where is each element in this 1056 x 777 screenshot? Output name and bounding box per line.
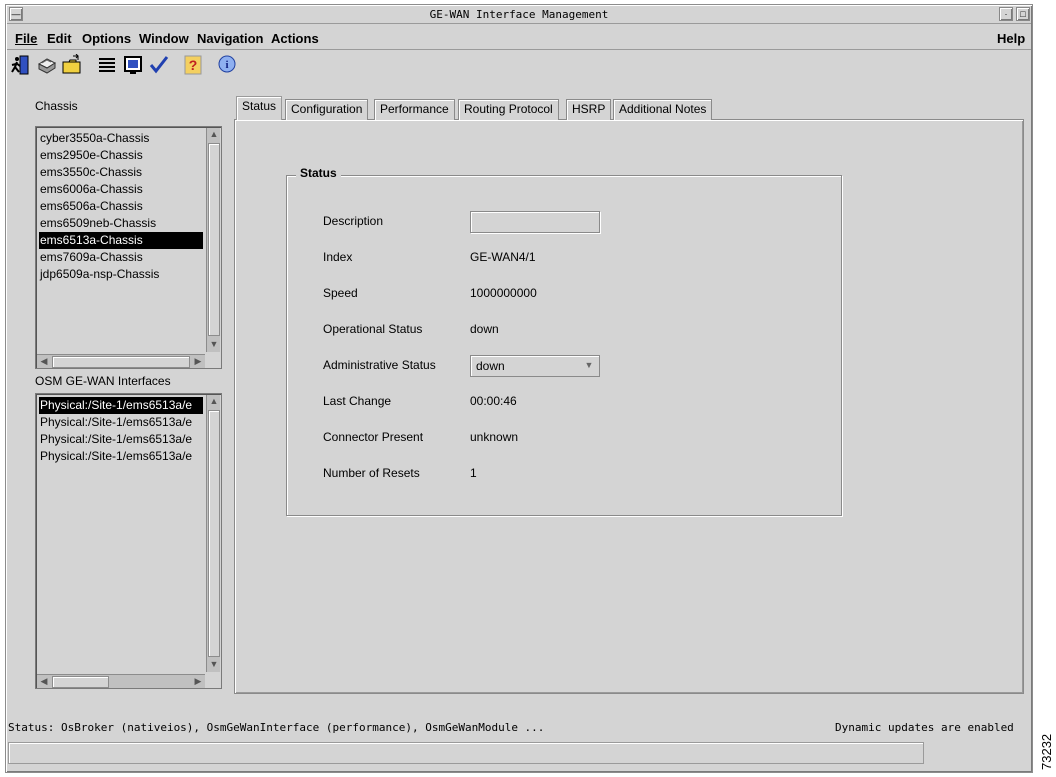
list-icon [99,58,115,72]
description-label: Description [323,214,384,228]
chassis-list-item[interactable]: ems3550c-Chassis [39,164,203,181]
figure-id: 73232 [1039,733,1054,770]
open-folder-icon [62,54,81,74]
interfaces-vscroll-thumb[interactable] [208,410,220,657]
tab-status[interactable]: Status [236,96,283,120]
menu-options[interactable]: Options [82,31,131,46]
operational-status-value: down [470,322,499,336]
tab-performance[interactable]: Performance [374,99,455,120]
window-title: GE-WAN Interface Management [429,8,609,21]
interface-list-item[interactable]: Physical:/Site-1/ems6513a/e [39,431,203,448]
interface-list-item[interactable]: Physical:/Site-1/ems6513a/e [39,448,203,465]
open-button[interactable] [60,52,84,78]
scroll-up-arrow-icon[interactable]: ▲ [207,395,221,409]
tab-configuration[interactable]: Configuration [285,99,369,120]
last-change-value: 00:00:46 [470,394,517,408]
interface-list-item[interactable]: Physical:/Site-1/ems6513a/e [39,397,203,414]
scroll-up-arrow-icon[interactable]: ▲ [207,128,221,142]
list-button[interactable] [95,52,119,78]
interfaces-label: OSM GE-WAN Interfaces [35,374,171,388]
connector-present-value: unknown [470,430,519,444]
index-label: Index [323,250,353,264]
chassis-list[interactable]: cyber3550a-Chassis ems2950e-Chassis ems355… [35,126,222,369]
menu-help[interactable]: Help [997,31,1025,46]
print-icon [37,58,57,74]
chassis-label: Chassis [35,99,78,113]
scroll-left-arrow-icon[interactable]: ◀ [37,355,51,369]
interface-list-item[interactable]: Physical:/Site-1/ems6513a/e [39,414,203,431]
title-bar: — GE-WAN Interface Management · □ [7,6,1031,24]
chassis-list-item[interactable]: ems2950e-Chassis [39,147,203,164]
toolbar: ? i [6,52,1054,80]
number-of-resets-label: Number of Resets [323,466,420,480]
menu-window[interactable]: Window [139,31,189,46]
scroll-right-arrow-icon[interactable]: ▶ [191,355,205,369]
interfaces-vscroll[interactable]: ▲ ▼ [206,395,220,672]
chassis-vscroll[interactable]: ▲ ▼ [206,128,220,352]
status-message-field [8,742,924,764]
speed-value: 1000000000 [470,286,537,300]
exit-icon [11,55,29,75]
chevron-down-icon[interactable]: ▼ [583,359,595,372]
check-icon [149,56,169,74]
interfaces-list[interactable]: Physical:/Site-1/ems6513a/e Physical:/Sit… [35,393,222,689]
interfaces-hscroll-thumb[interactable] [52,676,109,688]
screen-icon [124,56,142,74]
tab-routing-protocol[interactable]: Routing Protocol [458,99,559,120]
number-of-resets-value: 1 [470,466,477,480]
maximize-button[interactable]: □ [1016,7,1030,21]
menu-file[interactable]: File [15,31,37,46]
print-button[interactable] [34,52,58,78]
chassis-list-item[interactable]: ems6506a-Chassis [39,198,203,215]
screen-button[interactable] [121,52,145,78]
chassis-hscroll-thumb[interactable] [52,356,190,368]
help-button[interactable]: ? [181,52,205,78]
menu-navigation[interactable]: Navigation [197,31,263,46]
chassis-list-item[interactable]: ems6509neb-Chassis [39,215,203,232]
chassis-hscroll[interactable]: ◀ ▶ [37,354,205,368]
tab-hsrp[interactable]: HSRP [566,99,612,120]
info-button[interactable]: i [215,52,239,78]
chassis-list-item[interactable]: ems6006a-Chassis [39,181,203,198]
description-field[interactable] [470,211,600,233]
menu-bar: File Edit Options Window Navigation Acti… [7,26,1031,50]
chassis-vscroll-thumb[interactable] [208,143,220,336]
last-change-label: Last Change [323,394,392,408]
administrative-status-value: down [476,359,505,373]
operational-status-label: Operational Status [323,322,423,336]
speed-label: Speed [323,286,358,300]
svg-text:?: ? [189,57,198,73]
verify-button[interactable] [147,52,171,78]
administrative-status-select[interactable]: down ▼ [470,355,600,377]
menu-actions[interactable]: Actions [271,31,319,46]
index-value: GE-WAN4/1 [470,250,536,264]
status-bar-text: Status: OsBroker (nativeios), OsmGeWanIn… [8,721,545,734]
connector-present-label: Connector Present [323,430,424,444]
minimize-button[interactable]: · [999,7,1013,21]
scroll-down-arrow-icon[interactable]: ▼ [207,338,221,352]
info-icon: i [218,55,236,73]
administrative-status-label: Administrative Status [323,358,436,372]
interfaces-hscroll[interactable]: ◀ ▶ [37,674,205,688]
dynamic-updates-text: Dynamic updates are enabled [835,721,1014,734]
menu-edit[interactable]: Edit [47,31,72,46]
help-question-icon: ? [184,55,202,75]
chassis-list-item[interactable]: ems6513a-Chassis [39,232,203,249]
scroll-left-arrow-icon[interactable]: ◀ [37,675,51,689]
status-group-title: Status [296,166,341,180]
scroll-right-arrow-icon[interactable]: ▶ [191,675,205,689]
chassis-list-item[interactable]: cyber3550a-Chassis [39,130,203,147]
chassis-list-item[interactable]: jdp6509a-nsp-Chassis [39,266,203,283]
tab-additional-notes[interactable]: Additional Notes [613,99,713,120]
chassis-list-item[interactable]: ems7609a-Chassis [39,249,203,266]
exit-button[interactable] [8,52,32,78]
svg-text:i: i [225,59,228,71]
chassis-items: cyber3550a-Chassis ems2950e-Chassis ems355… [39,130,203,283]
interface-items: Physical:/Site-1/ems6513a/e Physical:/Sit… [39,397,203,465]
scroll-down-arrow-icon[interactable]: ▼ [207,658,221,672]
